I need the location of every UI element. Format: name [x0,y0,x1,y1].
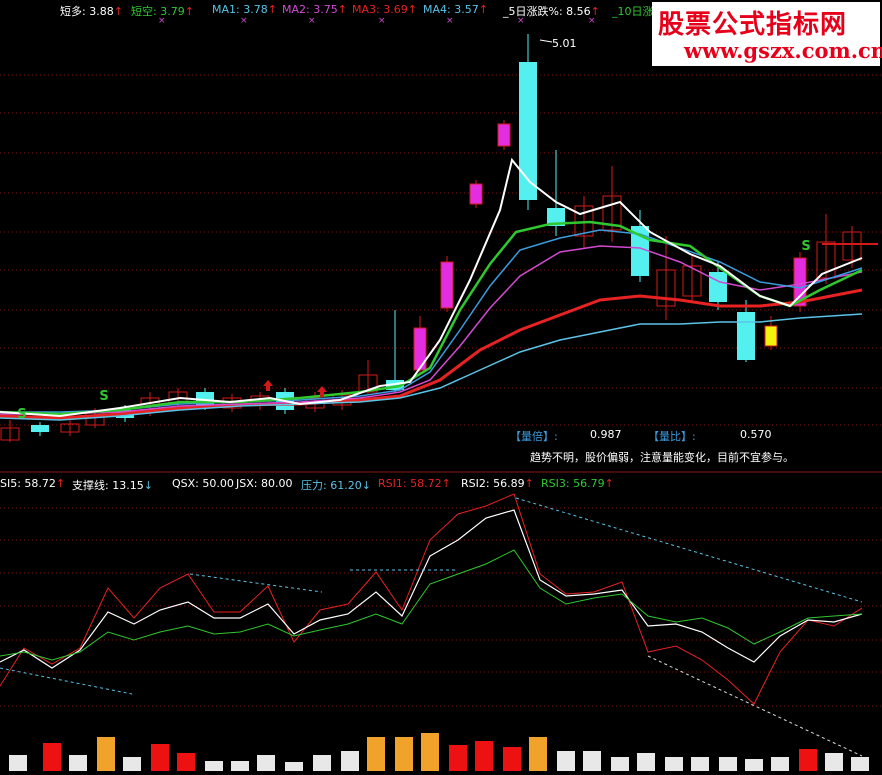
candle-body-highlight [764,325,778,347]
volume-bar [257,755,275,771]
rsi-legend: SI5: 58.72↑ 支撑线: 13.15↓ QSX: 50.00 JSX: … [0,477,700,492]
ma-white-line [0,157,863,418]
pressure-trendline-3 [515,497,863,603]
candle-body-down [31,425,49,432]
volume-bar [341,751,359,771]
volume-bar [691,757,709,771]
legend-ma4: MA4: 3.57↑ [423,3,488,16]
rsi-legend-jsx: JSX: 80.00 [236,477,293,490]
volume-bar [69,755,87,771]
volume-bar [825,753,843,771]
volume-bar [205,761,223,771]
buy-signal-arrow [263,380,273,391]
mark-2: × [240,16,248,26]
volume-bar [771,757,789,771]
volume-ratio-value: 0.987 [590,428,622,441]
price-legend: 短多: 3.88↑ 短空: 3.79↑ MA1: 3.78↑ MA2: 3.75… [0,3,654,18]
mark-3: × [308,16,316,26]
rsi-legend-rsi3: RSI3: 56.79↑ [541,477,614,490]
volume-bars[interactable] [9,733,869,771]
volume-bar [151,744,169,771]
volume-bar [421,733,439,771]
peak-price-label: 5.01 [552,37,577,50]
volume-bar [583,751,601,771]
peak-pointer [539,39,553,43]
sell-signal-letter: S [801,239,810,254]
quantity-ratio-value: 0.570 [740,428,772,441]
rsi-legend-qsx: QSX: 50.00 [172,477,234,490]
rsi-legend-pressure: 压力: 61.20↓ [301,479,371,492]
volume-bar [475,741,493,771]
mark-1: × [158,16,166,26]
rsi-legend-si5: SI5: 58.72↑ [0,477,66,490]
candle-body-down [709,272,727,302]
price-grid [0,74,882,707]
site-watermark: 股票公式指标网 www.gszx.com.cn [652,2,882,66]
volume-bar [449,745,467,771]
advice-text: 趋势不明，股价偏弱，注意量能变化，目前不宜参与。 [530,451,794,464]
volume-bar [285,762,303,771]
mark-7: × [588,16,596,26]
volume-bar [123,757,141,771]
volume-bar [665,757,683,771]
volume-bar [313,755,331,771]
legend-ma2: MA2: 3.75↑ [282,3,347,16]
moving-average-lines [0,39,863,421]
volume-bar [43,743,61,771]
rsi-legend-rsi1: RSI1: 58.72↑ [378,477,451,490]
legend-ma3: MA3: 3.69↑ [352,3,417,16]
volume-bar [719,757,737,771]
candle-body-highlight [469,183,483,205]
volume-bar [395,737,413,771]
sell-signal-letter: S [99,389,108,404]
volume-bar [177,753,195,771]
volume-bar [9,755,27,771]
volume-bar [367,737,385,771]
rsi2-line [0,509,863,669]
volume-bar [557,751,575,771]
pressure-trendline-1 [189,573,323,593]
legend-marks: × × × × × × × [0,16,652,26]
volume-bar [503,747,521,771]
volume-bar [637,753,655,771]
candle-body-highlight [440,261,454,309]
volume-bar [851,757,869,771]
volume-bar [611,757,629,771]
rsi3-line [0,549,863,661]
volume-ratio-label: 【量倍】: [510,430,558,443]
rsi-legend-support: 支撑线: 13.15↓ [72,479,153,492]
mark-5: × [446,16,454,26]
legend-ma1: MA1: 3.78↑ [212,3,277,16]
volume-bar [97,737,115,771]
candle-body-down [737,312,755,360]
sell-signal-letter: S [17,407,26,422]
rsi-legend-rsi2: RSI2: 56.89↑ [461,477,534,490]
volume-bar [231,761,249,771]
watermark-url: www.gszx.com.cn [684,38,882,63]
candle-body-highlight [497,123,511,147]
quantity-ratio-label: 【量比】: [648,430,696,443]
rsi-panel[interactable] [0,493,863,757]
mark-4: × [378,16,386,26]
stock-chart-canvas[interactable]: S S S [0,0,882,775]
ma-magenta-line [0,245,863,415]
volume-bar [529,737,547,771]
watermark-title: 股票公式指标网 [658,10,848,40]
volume-bar [799,749,817,771]
volume-bar [745,759,763,771]
mark-6: × [517,16,525,26]
